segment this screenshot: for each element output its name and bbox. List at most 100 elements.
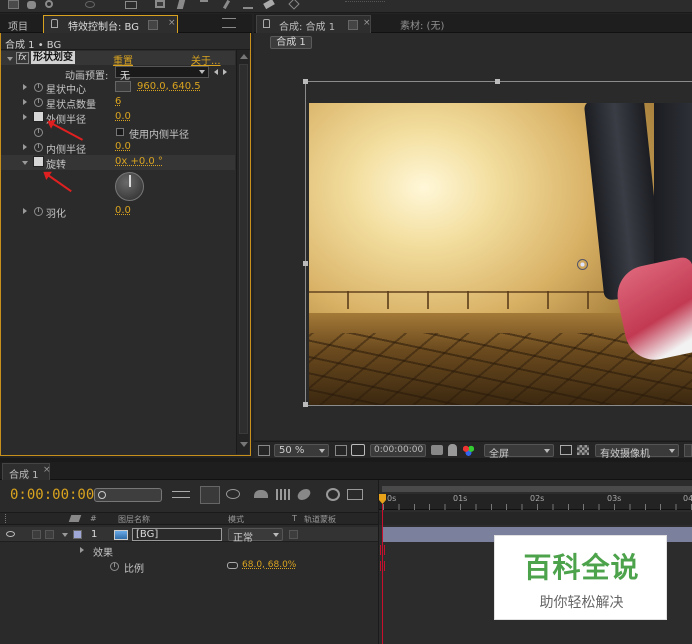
col-mode[interactable]: 模式 (228, 514, 244, 525)
crosshair-icon[interactable] (115, 81, 131, 92)
dropdown-arrow-icon[interactable] (148, 20, 158, 30)
stopwatch-icon[interactable] (34, 207, 43, 216)
resolution-dropdown[interactable]: 全屏 (484, 444, 554, 460)
stopwatch-icon[interactable] (110, 562, 119, 571)
preset-dropdown[interactable]: 无 (115, 66, 209, 82)
panel-scrollbar[interactable] (236, 50, 249, 454)
stopwatch-active-icon[interactable] (33, 156, 44, 167)
collapse-effect-icon[interactable] (7, 57, 13, 61)
prop-value[interactable]: 0.0 (115, 205, 131, 216)
frame-handle[interactable] (303, 261, 308, 266)
motion-blur-icon[interactable] (295, 489, 313, 500)
tab-composition[interactable]: 合成: 合成 1 × (256, 15, 371, 33)
expand-icon[interactable] (23, 144, 27, 150)
expand-icon[interactable] (23, 114, 27, 120)
always-preview-icon[interactable] (258, 445, 270, 456)
stopwatch-icon[interactable] (34, 143, 43, 152)
preserve-transparency-box[interactable] (289, 530, 298, 539)
label-color-swatch[interactable] (73, 530, 82, 539)
effects-group-row[interactable]: 效果 (0, 543, 378, 559)
scroll-thumb[interactable] (239, 64, 248, 434)
lock-switch[interactable] (45, 530, 54, 539)
scroll-up-icon[interactable] (240, 54, 248, 59)
brush-tool-icon[interactable] (222, 0, 231, 10)
layer-row[interactable]: 1 [BG] 正常 (0, 527, 378, 544)
use-inner-checkbox[interactable] (116, 128, 124, 136)
zoom-tool-icon[interactable] (45, 0, 53, 8)
frame-blending-icon[interactable] (276, 489, 290, 500)
col-trkmat[interactable]: 轨道蒙板 (304, 514, 336, 525)
frame-handle[interactable] (303, 402, 308, 407)
prop-value[interactable]: 0.0 (115, 111, 131, 122)
prop-value[interactable]: 0.0 (115, 141, 131, 152)
prop-value[interactable]: 0x +0.0 ° (115, 156, 163, 167)
comp-subtab[interactable]: 合成 1 (270, 36, 312, 49)
stopwatch-icon[interactable] (34, 128, 43, 137)
collapse-layer-icon[interactable] (62, 533, 68, 537)
mini-flowchart-icon[interactable] (172, 491, 190, 498)
brainstorm-icon[interactable] (347, 489, 363, 500)
solo-switch[interactable] (32, 530, 41, 539)
anchor-point-icon[interactable] (577, 259, 588, 270)
camera-tool-icon[interactable] (125, 1, 137, 9)
scale-value[interactable]: 68.0, 68.0% (242, 560, 296, 570)
hand-tool-icon[interactable] (27, 1, 36, 9)
text-tool-icon[interactable] (200, 0, 208, 9)
scroll-down-icon[interactable] (240, 442, 248, 447)
panel-menu-icon[interactable] (222, 18, 236, 28)
close-icon[interactable]: × (168, 18, 176, 28)
dropdown-arrow-icon[interactable] (348, 20, 358, 30)
prop-value[interactable]: 960.0, 640.5 (137, 81, 201, 92)
collapse-icon[interactable] (22, 161, 28, 165)
frame-handle[interactable] (303, 79, 308, 84)
tab-project[interactable]: 项目 (2, 16, 42, 33)
eye-icon[interactable] (6, 531, 15, 537)
zoom-dropdown[interactable]: 50 % (274, 444, 329, 457)
current-time-display[interactable]: 0:00:00:00 (370, 444, 426, 457)
close-icon[interactable]: × (363, 18, 371, 28)
timeline-timecode[interactable]: 0:00:00:00 (10, 487, 94, 503)
stamp-tool-icon[interactable] (243, 0, 253, 9)
lock-icon[interactable] (263, 19, 270, 28)
expand-icon[interactable] (23, 208, 27, 214)
lock-icon[interactable] (51, 19, 58, 28)
pen-tool-icon[interactable] (176, 0, 186, 9)
prop-value[interactable]: 6 (115, 96, 121, 107)
stopwatch-icon[interactable] (34, 98, 43, 107)
frame-handle[interactable] (495, 79, 500, 84)
col-source[interactable]: 图层名称 (118, 514, 150, 525)
transparency-grid-icon[interactable] (577, 445, 589, 455)
reset-link[interactable]: 重置 (113, 52, 133, 67)
hide-shy-icon[interactable] (254, 490, 268, 498)
layer-name-field[interactable]: [BG] (132, 528, 222, 541)
work-area-bar[interactable] (382, 486, 692, 492)
close-icon[interactable]: × (43, 465, 51, 475)
time-ruler[interactable]: 0s 01s 02s 03s 04s (379, 494, 692, 510)
constrain-proportions-icon[interactable] (227, 562, 238, 569)
rectangle-tool-icon[interactable] (155, 0, 165, 8)
tab-footage[interactable]: 素材: (无) (400, 17, 444, 32)
region-of-interest-icon[interactable] (560, 445, 572, 455)
view-layout-icon[interactable] (684, 444, 692, 457)
live-update-icon[interactable] (200, 486, 220, 504)
stopwatch-icon[interactable] (34, 83, 43, 92)
expand-icon[interactable] (23, 84, 27, 90)
expand-effects-icon[interactable] (80, 547, 84, 553)
tab-timeline[interactable]: 合成 1 × (2, 463, 51, 481)
expand-icon[interactable] (23, 99, 27, 105)
layer-search-input[interactable] (94, 488, 162, 502)
channels-icon[interactable] (462, 444, 475, 456)
selection-tool-icon[interactable] (8, 0, 19, 9)
rotation-dial[interactable] (115, 172, 144, 201)
keyframe-marker[interactable] (380, 545, 385, 555)
camera-dropdown[interactable]: 有效摄像机 (595, 444, 679, 460)
about-link[interactable]: 关于... (191, 52, 221, 67)
safe-zones-icon[interactable] (351, 444, 365, 456)
keyframe-marker[interactable] (380, 561, 385, 571)
layer-mode-dropdown[interactable]: 正常 (228, 528, 283, 544)
footage-image[interactable] (309, 103, 692, 405)
graph-editor-icon[interactable] (326, 488, 340, 501)
fx-badge[interactable]: fx (16, 52, 29, 64)
eraser-tool-icon[interactable] (263, 0, 275, 10)
next-preset-icon[interactable] (223, 69, 227, 75)
